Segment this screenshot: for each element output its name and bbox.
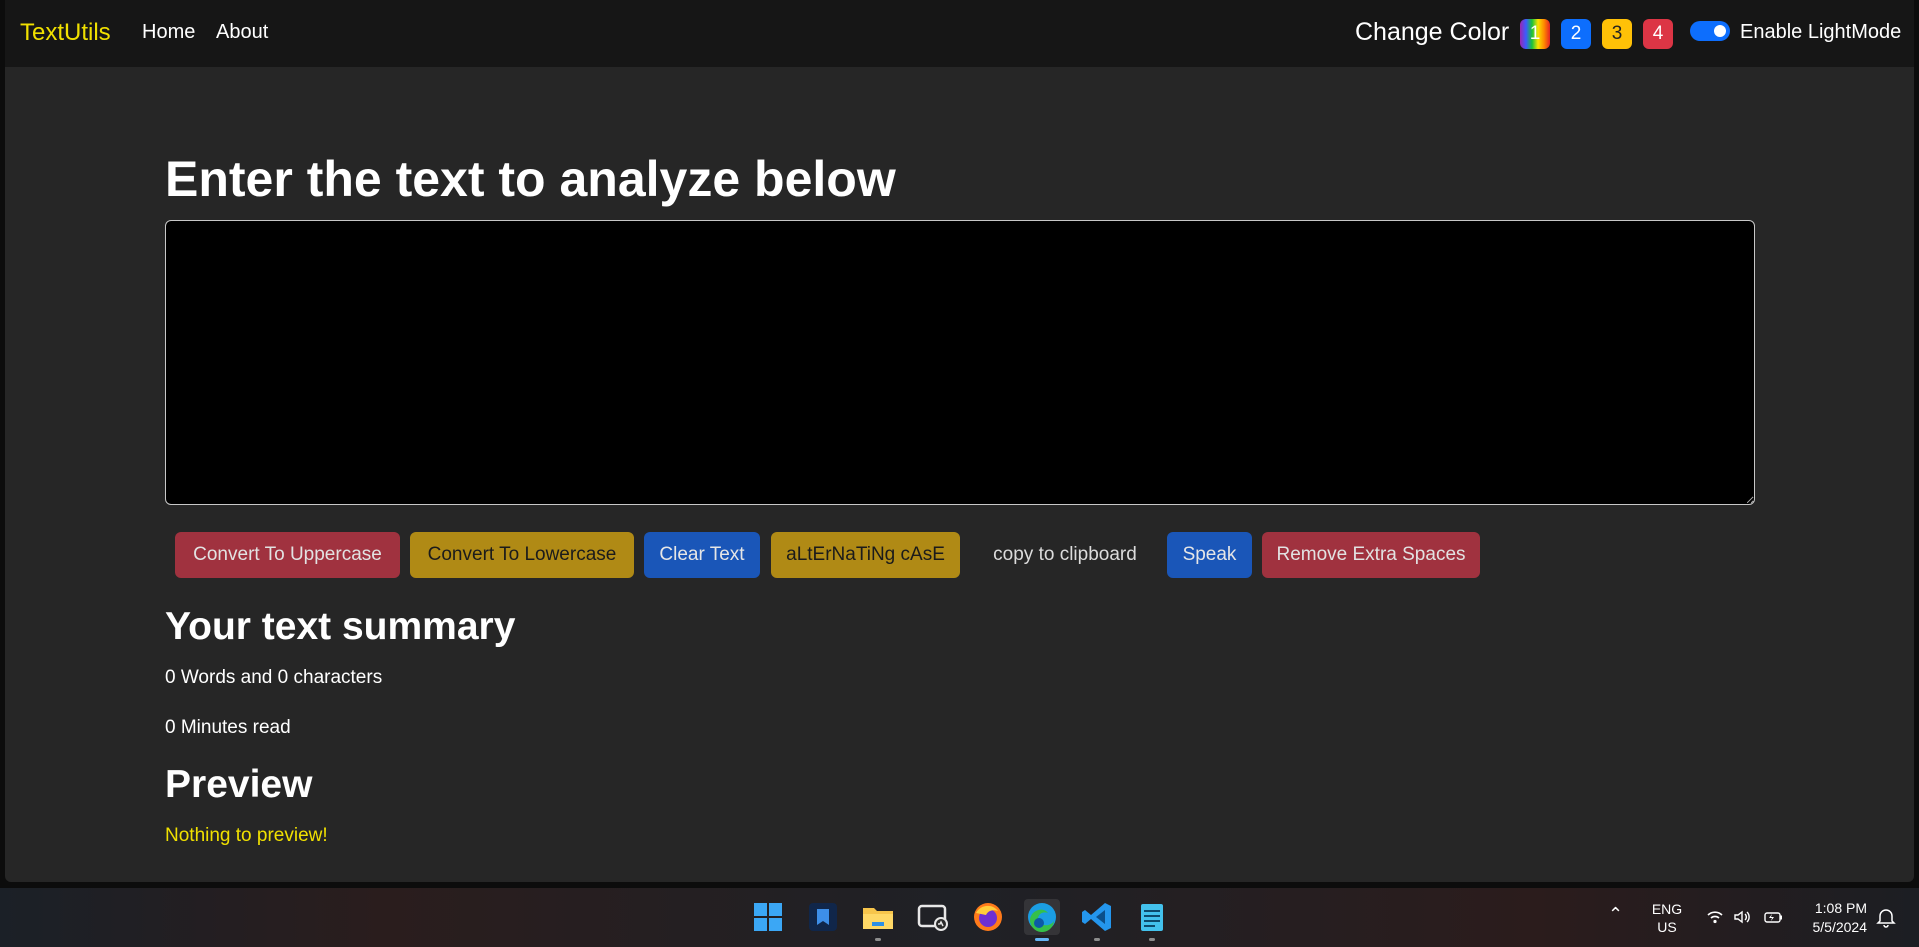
color-swatch-blue[interactable]: 2 xyxy=(1561,19,1591,49)
clock-time: 1:08 PM xyxy=(1814,900,1867,916)
active-indicator xyxy=(1035,938,1049,941)
change-color-label: Change Color xyxy=(1355,18,1510,46)
browser-viewport: TextUtils Home About Change Color 1 2 3 … xyxy=(5,0,1914,882)
nav-link-home[interactable]: Home xyxy=(142,21,195,44)
running-indicator xyxy=(875,938,881,941)
toggle-knob xyxy=(1714,25,1726,37)
windows-start-icon[interactable] xyxy=(750,899,786,935)
word-count-text: 0 Words and 0 characters xyxy=(165,667,383,688)
notepad-icon[interactable] xyxy=(1134,899,1170,941)
clock-date: 5/5/2024 xyxy=(1812,919,1868,935)
wifi-icon[interactable] xyxy=(1705,907,1725,932)
language-indicator[interactable]: ENG US xyxy=(1650,900,1684,936)
lightmode-toggle[interactable] xyxy=(1690,21,1730,41)
read-time-text: 0 Minutes read xyxy=(165,717,291,738)
region-code: US xyxy=(1657,919,1677,935)
copy-clipboard-button[interactable]: copy to clipboard xyxy=(970,532,1160,578)
vscode-icon[interactable] xyxy=(1079,899,1115,941)
firefox-icon[interactable] xyxy=(970,899,1006,935)
text-input-area[interactable] xyxy=(165,220,1755,505)
app-icon[interactable] xyxy=(805,899,841,935)
remote-desktop-icon[interactable] xyxy=(915,899,951,935)
speak-button[interactable]: Speak xyxy=(1167,532,1252,578)
taskbar: ⌃ ENG US 1:08 PM 5/5/2024 xyxy=(0,888,1919,947)
volume-icon[interactable] xyxy=(1732,907,1752,932)
battery-icon[interactable] xyxy=(1762,907,1784,932)
page-heading: Enter the text to analyze below xyxy=(165,151,896,207)
file-explorer-icon[interactable] xyxy=(860,899,896,941)
system-clock[interactable]: 1:08 PM 5/5/2024 xyxy=(1797,899,1868,937)
summary-title: Your text summary xyxy=(165,605,516,648)
brand-logo[interactable]: TextUtils xyxy=(20,19,111,47)
running-indicator xyxy=(1094,938,1100,941)
convert-uppercase-button[interactable]: Convert To Uppercase xyxy=(175,532,400,578)
color-swatch-rainbow[interactable]: 1 xyxy=(1520,19,1550,49)
lightmode-toggle-label[interactable]: Enable LightMode xyxy=(1740,21,1901,44)
running-indicator xyxy=(1149,938,1155,941)
chevron-up-icon[interactable]: ⌃ xyxy=(1608,904,1623,925)
preview-text: Nothing to preview! xyxy=(165,825,328,846)
preview-title: Preview xyxy=(165,763,313,806)
nav-link-about[interactable]: About xyxy=(216,21,268,44)
language-code: ENG xyxy=(1651,901,1683,917)
convert-lowercase-button[interactable]: Convert To Lowercase xyxy=(410,532,634,578)
alternating-case-button[interactable]: aLtErNaTiNg cAsE xyxy=(771,532,960,578)
navbar: TextUtils Home About Change Color 1 2 3 … xyxy=(5,0,1914,67)
color-swatch-yellow[interactable]: 3 xyxy=(1602,19,1632,49)
remove-extra-spaces-button[interactable]: Remove Extra Spaces xyxy=(1262,532,1480,578)
color-swatch-red[interactable]: 4 xyxy=(1643,19,1673,49)
notification-bell-icon[interactable] xyxy=(1876,906,1896,933)
clear-text-button[interactable]: Clear Text xyxy=(644,532,760,578)
edge-icon[interactable] xyxy=(1024,899,1060,941)
